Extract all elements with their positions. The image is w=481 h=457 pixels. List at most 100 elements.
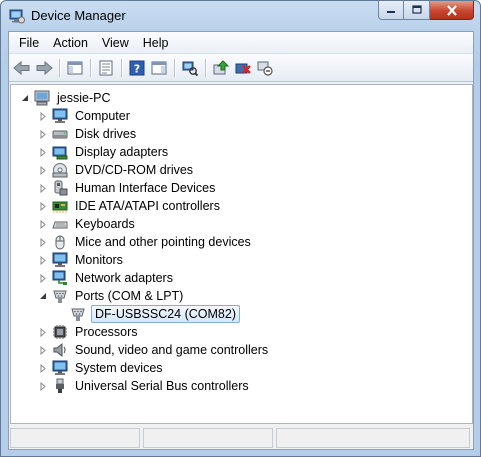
port-icon xyxy=(53,290,67,303)
expand-arrow-icon[interactable] xyxy=(38,183,48,193)
svg-text:?: ? xyxy=(134,62,140,75)
show-action-pane-icon xyxy=(151,61,167,74)
title-bar[interactable]: Device Manager xyxy=(1,1,480,31)
mouse-icon xyxy=(55,235,65,250)
tree-item-system-devices[interactable]: System devices xyxy=(38,359,165,377)
tree-item-label: Ports (COM & LPT) xyxy=(75,289,184,303)
expand-arrow-icon[interactable] xyxy=(38,327,48,337)
toolbar-separator xyxy=(121,58,122,77)
tree-root-jessie-pc[interactable]: jessie-PC xyxy=(20,89,113,107)
monitor-icon xyxy=(52,108,68,123)
tree-item-monitors[interactable]: Monitors xyxy=(38,251,125,269)
show-action-pane-button[interactable] xyxy=(148,57,170,79)
minimize-icon xyxy=(387,11,395,13)
keyboard-icon xyxy=(52,221,68,229)
tree-item-computer[interactable]: Computer xyxy=(38,107,132,125)
processor-icon xyxy=(53,325,67,339)
expand-arrow-icon[interactable] xyxy=(38,381,48,391)
collapse-arrow-icon[interactable] xyxy=(20,93,30,103)
expand-arrow-icon[interactable] xyxy=(38,363,48,373)
tree-item-display-adapters[interactable]: Display adapters xyxy=(38,143,170,161)
uninstall-device-button[interactable] xyxy=(232,57,254,79)
close-button[interactable] xyxy=(430,1,474,20)
forward-arrow-icon xyxy=(36,60,53,75)
tree-item-network-adapters[interactable]: Network adapters xyxy=(38,269,175,287)
expand-arrow-icon[interactable] xyxy=(38,111,48,121)
expand-arrow-icon[interactable] xyxy=(38,147,48,157)
monitor-icon xyxy=(52,252,68,267)
menu-help[interactable]: Help xyxy=(136,35,176,51)
toolbar-separator xyxy=(205,58,206,77)
expand-arrow-icon[interactable] xyxy=(38,201,48,211)
update-driver-icon xyxy=(213,59,229,74)
menu-action[interactable]: Action xyxy=(46,35,95,51)
ide-controller-icon xyxy=(52,201,68,213)
tree-item-sound-video-and-game-controllers[interactable]: Sound, video and game controllers xyxy=(38,341,270,359)
device-manager-window: Device Manager File Action View Help ? j… xyxy=(0,0,481,457)
scan-hardware-icon xyxy=(182,61,198,76)
menu-view[interactable]: View xyxy=(95,35,136,51)
toolbar-separator xyxy=(59,58,60,77)
maximize-button[interactable] xyxy=(404,1,430,20)
tree-item-label: Computer xyxy=(75,109,130,123)
collapse-arrow-icon[interactable] xyxy=(38,291,48,301)
tree-item-universal-serial-bus-controllers[interactable]: Universal Serial Bus controllers xyxy=(38,377,251,395)
expand-arrow-icon[interactable] xyxy=(38,345,48,355)
disable-device-button[interactable] xyxy=(254,57,276,79)
properties-icon xyxy=(99,60,113,75)
expand-arrow-icon[interactable] xyxy=(38,129,48,139)
network-adapter-icon xyxy=(52,270,67,285)
status-segment xyxy=(143,428,273,448)
tree-item-label: Network adapters xyxy=(75,271,173,285)
device-tree[interactable]: jessie-PC Computer Disk drives Display ada… xyxy=(10,84,473,424)
expand-arrow-icon[interactable] xyxy=(38,273,48,283)
minimize-button[interactable] xyxy=(378,1,404,20)
window-title: Device Manager xyxy=(31,8,126,23)
tree-item-label: Human Interface Devices xyxy=(75,181,216,195)
properties-button[interactable] xyxy=(95,57,117,79)
tree-item-label: Display adapters xyxy=(75,145,169,159)
tree-item-dvd-cd-rom-drives[interactable]: DVD/CD-ROM drives xyxy=(38,161,195,179)
tree-item-label: Sound, video and game controllers xyxy=(75,343,269,357)
tree-item-label: Universal Serial Bus controllers xyxy=(75,379,249,393)
tree-item-df-usbssc24-com82[interactable]: DF-USBSSC24 (COM82) xyxy=(56,305,240,323)
tree-item-keyboards[interactable]: Keyboards xyxy=(38,215,137,233)
tree-item-human-interface-devices[interactable]: Human Interface Devices xyxy=(38,179,217,197)
expand-arrow-icon[interactable] xyxy=(38,165,48,175)
back-button[interactable] xyxy=(11,57,33,79)
monitor-icon xyxy=(52,360,68,375)
hid-icon xyxy=(54,180,68,196)
port-icon xyxy=(71,308,85,321)
menu-file[interactable]: File xyxy=(12,35,46,51)
tree-item-label: Keyboards xyxy=(75,217,135,231)
optical-drive-icon xyxy=(52,163,68,178)
device-manager-icon xyxy=(9,9,25,24)
status-segment xyxy=(10,428,140,448)
show-hide-tree-button[interactable] xyxy=(64,57,86,79)
uninstall-device-icon xyxy=(235,63,251,74)
computer-icon xyxy=(34,90,50,106)
forward-button[interactable] xyxy=(33,57,55,79)
tree-item-ide-ata-atapi-controllers[interactable]: IDE ATA/ATAPI controllers xyxy=(38,197,222,215)
toolbar-separator xyxy=(90,58,91,77)
status-bar xyxy=(10,428,473,448)
tree-item-mice-and-other-pointing-devices[interactable]: Mice and other pointing devices xyxy=(38,233,253,251)
expand-arrow-icon[interactable] xyxy=(38,237,48,247)
maximize-icon xyxy=(411,5,422,14)
usb-icon xyxy=(56,378,64,393)
tree-item-ports-com-lpt[interactable]: Ports (COM & LPT) xyxy=(38,287,185,305)
expand-arrow-icon[interactable] xyxy=(38,219,48,229)
tree-root-label: jessie-PC xyxy=(57,91,111,105)
tree-item-disk-drives[interactable]: Disk drives xyxy=(38,125,138,143)
speaker-icon xyxy=(53,342,66,358)
disk-drive-icon xyxy=(52,130,68,139)
tree-item-processors[interactable]: Processors xyxy=(38,323,140,341)
status-segment xyxy=(276,428,470,448)
expand-arrow-icon[interactable] xyxy=(38,255,48,265)
scan-hardware-button[interactable] xyxy=(179,57,201,79)
update-driver-button[interactable] xyxy=(210,57,232,79)
tree-item-label: DVD/CD-ROM drives xyxy=(75,163,194,177)
help-button[interactable]: ? xyxy=(126,57,148,79)
tree-item-label: Processors xyxy=(75,325,138,339)
